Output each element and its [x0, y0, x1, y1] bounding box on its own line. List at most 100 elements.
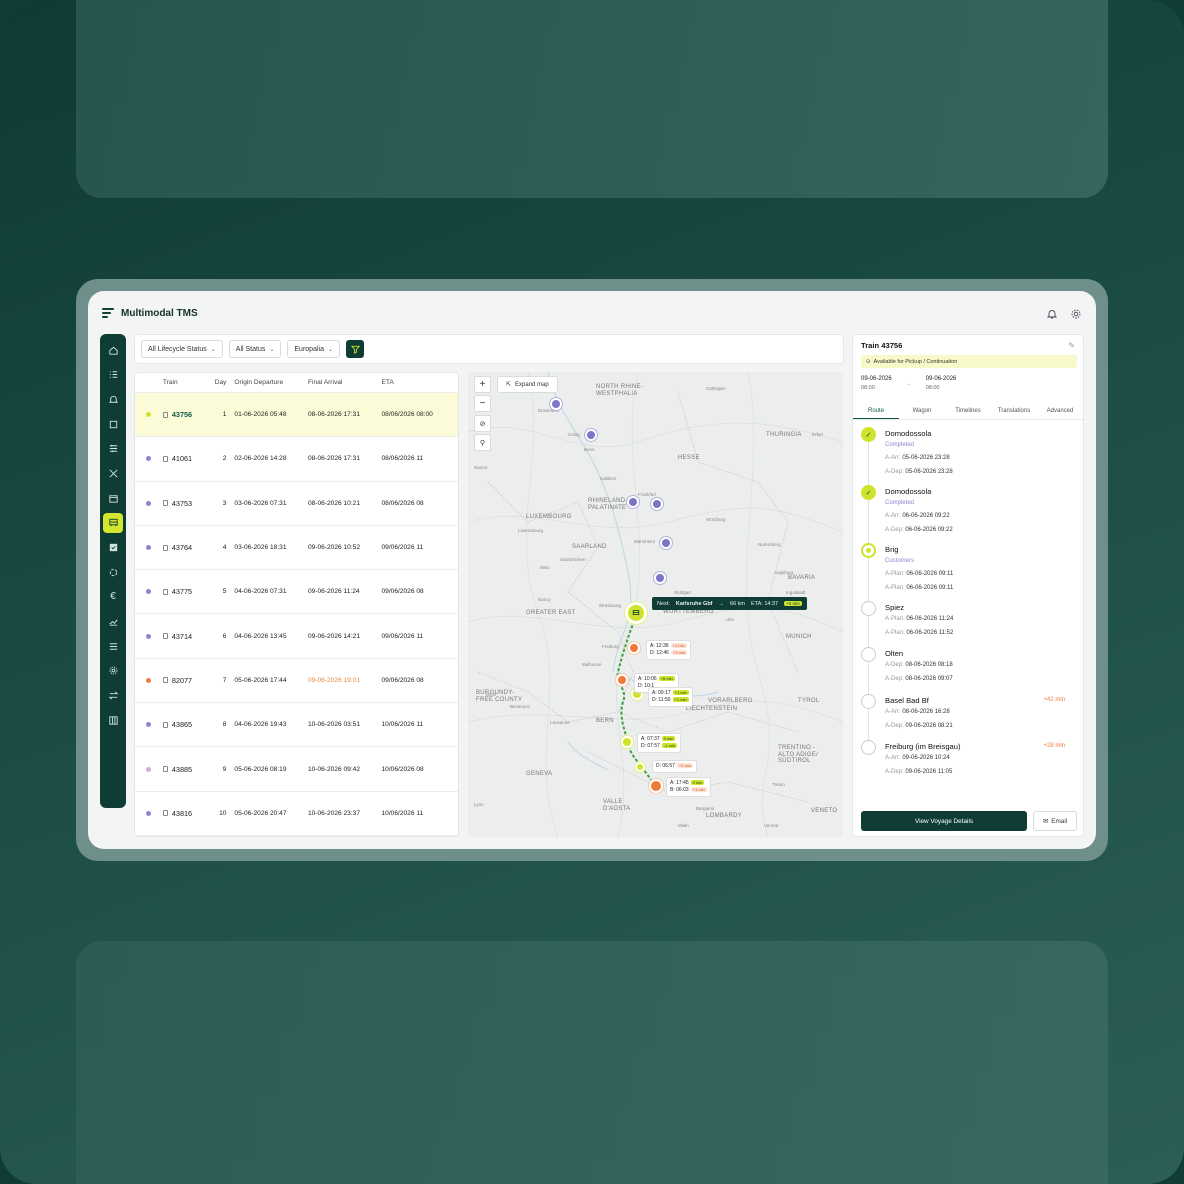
time-value: 05-06-2026 23:28 — [905, 468, 953, 475]
map-pin[interactable] — [654, 572, 666, 584]
arrow-right-icon: → — [905, 380, 912, 387]
map-city-label: Besançon — [510, 704, 531, 709]
table-row[interactable]: 41061 2 02-06-2026 14:28 08-06-2026 17:31 08… — [135, 437, 458, 482]
euro-icon[interactable]: € — [103, 587, 123, 607]
map-region-label: VENETO — [811, 808, 838, 814]
origin-departure-cell: 01-06-2026 05:48 — [234, 411, 287, 419]
bell-icon[interactable] — [1046, 307, 1058, 319]
gear-icon[interactable] — [1070, 307, 1082, 319]
checkbox-icon[interactable] — [103, 538, 123, 558]
map-stop-pin[interactable] — [621, 736, 633, 748]
map-pin[interactable] — [585, 429, 597, 441]
table-row[interactable]: 43764 4 03-06-2026 18:31 09-06-2026 10:52 09… — [135, 526, 458, 571]
map-pin[interactable] — [627, 496, 639, 508]
eta-cell: 10/06/2026 11 — [381, 721, 424, 729]
columns-icon[interactable] — [103, 710, 123, 730]
stop-arrival: A: 12:36 — [650, 643, 669, 649]
stop-time-line: A-Dep: 05-06-2026 23:28 — [885, 469, 953, 475]
final-arrival-cell: 08-06-2026 10:21 — [307, 499, 361, 507]
map-city-label: Colog — [568, 432, 580, 437]
delay-tag: 0 min — [661, 736, 676, 742]
time-value: 06-06-2026 09:11 — [906, 571, 954, 577]
origin-departure-cell: 03-06-2026 07:31 — [234, 499, 287, 507]
calendar-icon[interactable] — [103, 488, 123, 508]
route-map[interactable]: + − ⊘ ⚲ ⇱ Expand map NORTH RHINE- WESTPHA… — [468, 372, 843, 837]
sliders-icon[interactable] — [103, 439, 123, 459]
table-row[interactable]: 82077 7 05-06-2026 17:44 09-06-2026 19:01 09… — [135, 659, 458, 704]
email-button[interactable]: ✉ Email — [1033, 811, 1077, 831]
delay-badge: +28 min — [1043, 743, 1065, 749]
column-header-final-arrival[interactable]: Final Arrival — [308, 379, 382, 386]
zoom-in-button[interactable]: + — [474, 376, 491, 393]
tab-advanced[interactable]: Advanced — [1037, 402, 1083, 419]
origin-departure-cell: 04-06-2026 19:43 — [234, 721, 287, 729]
stop-name: Spiez — [885, 603, 904, 612]
view-voyage-details-button[interactable]: View Voyage Details — [861, 811, 1027, 831]
map-pin[interactable] — [660, 537, 672, 549]
table-row[interactable]: 43885 9 05-06-2026 08:19 10-06-2026 09:42 10… — [135, 747, 458, 792]
edit-icon[interactable]: ✎ — [1068, 341, 1075, 350]
background-card-top — [76, 0, 1108, 198]
table-row[interactable]: 43756 1 01-06-2026 05:48 08-06-2026 17:31 08… — [135, 393, 458, 438]
origin-departure-cell: 02-06-2026 14:28 — [234, 455, 287, 463]
column-header-train[interactable]: Train — [163, 379, 207, 386]
expand-map-button[interactable]: ⇱ Expand map — [497, 376, 558, 393]
zoom-out-button[interactable]: − — [474, 395, 491, 412]
gear-icon[interactable] — [103, 661, 123, 681]
layers-icon[interactable]: ⚲ — [474, 434, 491, 451]
train-number: 43714 — [171, 631, 193, 641]
train-icon[interactable] — [103, 512, 123, 533]
map-pin[interactable] — [651, 498, 663, 510]
train-number: 43764 — [171, 543, 193, 553]
list-checks-icon[interactable] — [103, 365, 123, 385]
day-cell: 3 — [222, 499, 227, 507]
table-row[interactable]: 43714 6 04-06-2026 13:45 09-06-2026 14:21 09… — [135, 614, 458, 659]
time-value: 09-06-2026 11:05 — [905, 768, 953, 775]
document-icon — [162, 455, 168, 462]
filter-button[interactable] — [346, 340, 364, 358]
document-icon — [162, 411, 168, 418]
status-dropdown[interactable]: All Status ⌄ — [228, 340, 282, 358]
network-icon[interactable] — [103, 463, 123, 483]
table-row[interactable]: 43816 10 05-06-2026 20:47 10-06-2026 23:37 1… — [135, 792, 458, 836]
table-row[interactable]: 43775 5 04-06-2026 07:31 09-06-2026 11:24 09… — [135, 570, 458, 615]
map-stop-pin[interactable] — [616, 674, 628, 686]
day-cell: 7 — [222, 676, 227, 684]
tab-translations[interactable]: Translations — [991, 402, 1037, 419]
transfer-icon[interactable] — [103, 686, 123, 706]
tab-route[interactable]: Route — [853, 402, 899, 419]
stop-time-line: A-Dep: 09-06-2026 08:21 — [885, 723, 953, 729]
chart-line-icon[interactable] — [103, 612, 123, 632]
chevron-down-icon: ⌄ — [269, 346, 275, 353]
map-pin[interactable] — [550, 398, 562, 410]
destination-flag-pin[interactable] — [649, 779, 663, 793]
lifecycle-status-dropdown[interactable]: All Lifecycle Status ⌄ — [141, 340, 223, 358]
column-header-day[interactable]: Day — [207, 379, 231, 386]
home-icon[interactable] — [103, 340, 123, 360]
link-icon[interactable] — [103, 562, 123, 582]
time-value: 09-06-2026 08:21 — [905, 722, 953, 729]
map-city-label: Trento — [772, 782, 785, 787]
bell-icon[interactable] — [103, 389, 123, 409]
time-value: 06-06-2026 11:24 — [906, 616, 954, 622]
table-row[interactable]: 43753 3 03-06-2026 07:31 08-06-2026 10:21 08… — [135, 482, 458, 526]
day-cell: 1 — [222, 411, 227, 419]
detail-footer: View Voyage Details ✉ Email — [861, 811, 1077, 831]
frame-icon[interactable] — [103, 414, 123, 434]
day-cell: 4 — [222, 544, 227, 552]
tab-timelines[interactable]: Timelines — [945, 402, 991, 419]
map-city-label: Dijon — [486, 692, 497, 697]
table-row[interactable]: 43865 8 04-06-2026 19:43 10-06-2026 03:51 10… — [135, 703, 458, 748]
map-stop-pin[interactable] — [628, 642, 640, 654]
column-header-eta[interactable]: ETA — [381, 379, 458, 386]
compass-icon[interactable]: ⊘ — [474, 415, 491, 432]
stop-time-line: A-Arr: 06-06-2026 09:22 — [885, 513, 950, 519]
eta-cell: 09/06/2026 08 — [381, 676, 424, 684]
operator-dropdown[interactable]: Europalia ⌄ — [287, 340, 340, 358]
column-header-origin-departure[interactable]: Origin Departure — [230, 379, 308, 386]
menu-icon[interactable] — [103, 636, 123, 656]
tab-wagon[interactable]: Wagon — [899, 402, 945, 419]
train-current-position[interactable] — [625, 602, 647, 624]
stop-name: Domodossola — [885, 429, 932, 438]
map-stop-pin[interactable] — [635, 762, 645, 772]
